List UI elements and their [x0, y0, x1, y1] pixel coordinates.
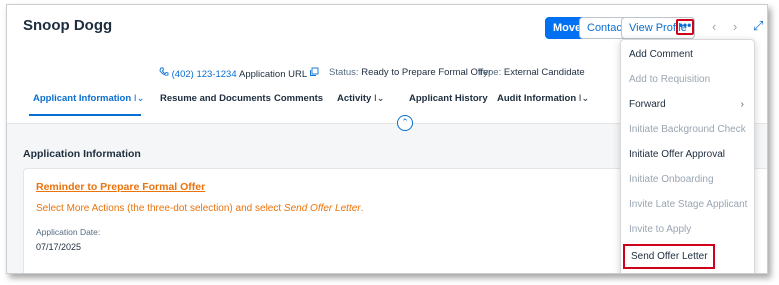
- applicant-window: Snoop Dogg Move Contact View Profile •••…: [6, 4, 768, 274]
- menu-item-initiate-offer-approval[interactable]: Initiate Offer Approval: [621, 142, 754, 167]
- type-text: Type: External Candidate: [478, 67, 585, 78]
- tab-audit-information[interactable]: Audit Information I⌄: [497, 93, 589, 104]
- menu-item-send-offer-letter[interactable]: Send Offer Letter: [623, 244, 715, 269]
- chevron-down-icon[interactable]: I⌄: [579, 93, 590, 104]
- tab-comments[interactable]: Comments: [274, 93, 323, 104]
- menu-item-forward[interactable]: Forward ›: [621, 92, 754, 117]
- phone-link[interactable]: (402) 123-1234: [159, 67, 237, 80]
- menu-item-invite-to-apply: Invite to Apply: [629, 224, 692, 235]
- menu-item-add-comment[interactable]: Add Comment: [621, 42, 754, 67]
- chevron-right-icon: ›: [740, 99, 744, 110]
- application-url-link[interactable]: Application URL: [239, 67, 319, 80]
- previous-arrow-icon[interactable]: ‹: [712, 19, 716, 34]
- tab-resume-and-documents[interactable]: Resume and Documents: [160, 93, 271, 104]
- section-title: Application Information: [23, 148, 141, 160]
- active-tab-indicator: [29, 114, 141, 116]
- tab-applicant-information[interactable]: Applicant Information I⌄: [33, 93, 144, 104]
- tab-applicant-history[interactable]: Applicant History: [409, 93, 488, 104]
- copy-icon[interactable]: [309, 67, 319, 80]
- next-arrow-icon[interactable]: ›: [733, 19, 737, 34]
- chevron-down-icon[interactable]: I⌄: [374, 93, 385, 104]
- page-title: Snoop Dogg: [23, 17, 113, 34]
- menu-item-initiate-background-check: Initiate Background Check: [629, 124, 746, 135]
- collapse-header-button[interactable]: ⌃: [397, 115, 413, 131]
- menu-item-add-to-requisition: Add to Requisition: [629, 74, 711, 85]
- application-date-label: Application Date:: [36, 227, 101, 237]
- more-actions-button[interactable]: •••: [676, 19, 694, 35]
- tab-activity[interactable]: Activity I⌄: [337, 93, 385, 104]
- menu-item-invite-late-stage-applicant: Invite Late Stage Applicant: [629, 199, 748, 210]
- menu-item-initiate-onboarding: Initiate Onboarding: [629, 174, 714, 185]
- reminder-title[interactable]: Reminder to Prepare Formal Offer: [36, 181, 205, 193]
- chevron-up-icon[interactable]: ⌃: [401, 117, 409, 127]
- status-text: Status: Ready to Prepare Formal Offer: [329, 67, 492, 78]
- more-actions-menu: Add Comment Add to Requisition Forward ›…: [620, 39, 755, 273]
- application-date-value: 07/17/2025: [36, 242, 82, 252]
- expand-icon[interactable]: ⤢: [753, 18, 763, 34]
- chevron-down-icon[interactable]: I⌄: [134, 93, 145, 104]
- reminder-text: Select More Actions (the three-dot selec…: [36, 203, 364, 214]
- phone-icon: [159, 67, 172, 80]
